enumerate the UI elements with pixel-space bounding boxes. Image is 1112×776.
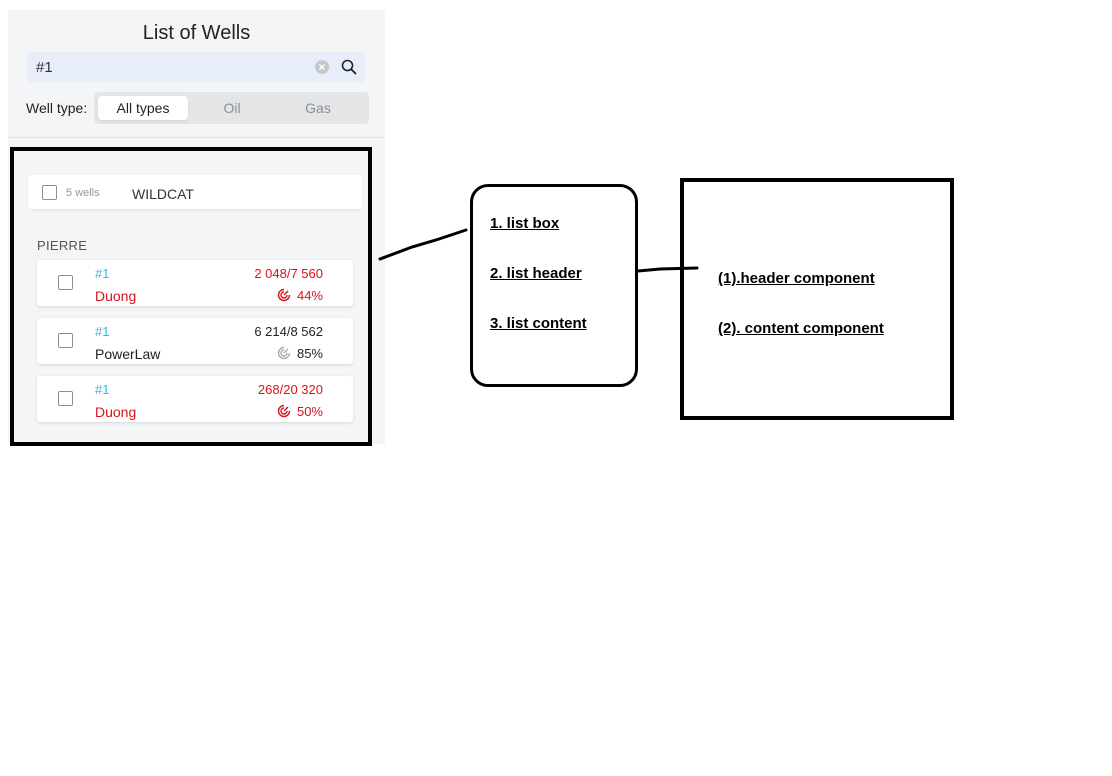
- well-type-selector: All types Oil Gas: [94, 92, 369, 124]
- well-checkbox[interactable]: [58, 275, 73, 290]
- clear-icon[interactable]: [314, 59, 330, 75]
- annotation-content-component: (2). content component: [718, 320, 884, 337]
- list-box: 5 wells WILDCAT PIERRE #1 Duong 2 048/7 …: [10, 147, 372, 446]
- search-icon[interactable]: [340, 58, 358, 76]
- well-type-all-button[interactable]: All types: [98, 96, 188, 120]
- well-percent: 50%: [296, 404, 323, 419]
- section-label: PIERRE: [37, 238, 88, 253]
- well-ratio: 268/20 320: [257, 382, 323, 397]
- well-ratio: 2 048/7 560: [254, 266, 323, 281]
- annotation-list-box: 1. list box: [490, 215, 560, 232]
- well-type-label: Well type:: [26, 100, 88, 116]
- well-ratio: 6 214/8 562: [254, 324, 323, 339]
- well-name: PowerLaw: [95, 346, 161, 362]
- well-card[interactable]: #1 PowerLaw 6 214/8 562 85%: [37, 318, 353, 364]
- well-checkbox[interactable]: [58, 391, 73, 406]
- panel-title: List of Wells: [142, 22, 251, 44]
- well-type-gas-button[interactable]: Gas: [278, 96, 358, 120]
- well-card[interactable]: #1 Duong 2 048/7 560 44%: [37, 260, 353, 306]
- well-card[interactable]: #1 Duong 268/20 320 50%: [37, 376, 353, 422]
- well-id: #1: [95, 382, 110, 397]
- well-type-oil-button[interactable]: Oil: [192, 96, 272, 120]
- well-name: Duong: [95, 288, 137, 304]
- annotation-list-header: 2. list header: [490, 265, 582, 282]
- search-input[interactable]: #1: [27, 52, 365, 82]
- panel-divider: [8, 137, 385, 138]
- annotation-header-component: (1).header component: [718, 270, 875, 287]
- annotation-list-content: 3. list content: [490, 315, 587, 332]
- group-checkbox[interactable]: [42, 185, 57, 200]
- well-checkbox[interactable]: [58, 333, 73, 348]
- annotation-box-components: [680, 178, 954, 420]
- gauge-icon: [277, 346, 291, 360]
- gauge-icon: [277, 288, 291, 302]
- group-name: WILDCAT: [132, 186, 194, 202]
- group-count: 5 wells: [66, 187, 100, 199]
- wells-panel: List of Wells #1 Well type: All types Oi…: [8, 10, 385, 446]
- well-percent: 85%: [296, 346, 323, 361]
- search-value: #1: [36, 59, 53, 76]
- well-name: Duong: [95, 404, 137, 420]
- well-id: #1: [95, 324, 110, 339]
- gauge-icon: [277, 404, 291, 418]
- well-percent: 44%: [296, 288, 323, 303]
- well-id: #1: [95, 266, 110, 281]
- group-header[interactable]: 5 wells WILDCAT: [28, 175, 362, 209]
